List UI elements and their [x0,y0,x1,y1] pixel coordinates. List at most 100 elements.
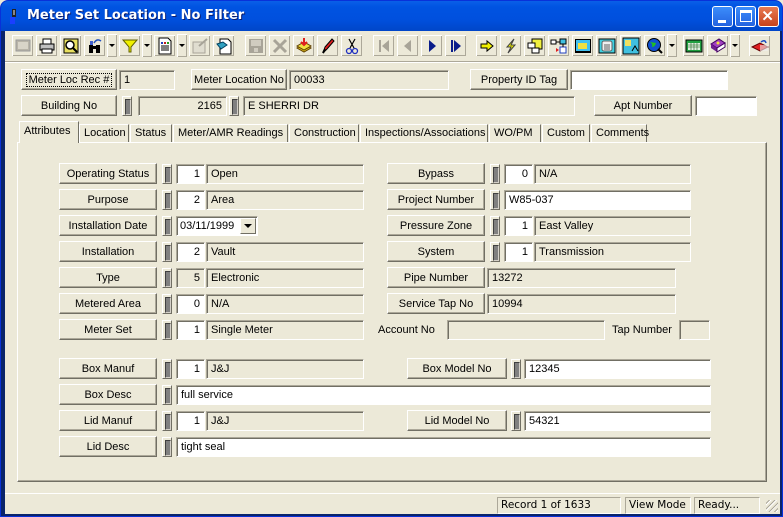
service-tap-no-button[interactable]: Service Tap No [387,293,485,314]
building-no-lock[interactable] [122,96,132,116]
tab-custom[interactable]: Custom [542,124,590,143]
property-id-tag-button[interactable]: Property ID Tag [470,69,568,90]
title-bar[interactable]: Meter Set Location - No Filter [1,1,782,31]
system-lock[interactable] [490,242,500,262]
map-button[interactable] [619,34,642,57]
filter-dropdown[interactable] [142,34,152,57]
installation-code[interactable]: 2 [176,242,205,262]
box-desc-lock[interactable] [162,385,172,405]
lid-manuf-lock[interactable] [162,411,172,431]
lid-desc-lock[interactable] [162,437,172,457]
meter-set-button[interactable]: Meter Set [59,319,157,340]
lid-manuf-code[interactable]: 1 [176,411,205,431]
minimize-button[interactable] [712,6,733,27]
cut-button[interactable] [340,34,363,57]
building-no-button[interactable]: Building No [21,95,117,116]
box-manuf-code[interactable]: 1 [176,359,205,379]
exit-button[interactable] [748,34,771,57]
operating-status-code[interactable]: 1 [176,164,205,184]
apt-number-field[interactable] [695,96,757,116]
operating-status-lock[interactable] [162,164,172,184]
print-button[interactable] [35,34,58,57]
lid-model-no-button[interactable]: Lid Model No [407,410,507,431]
system-code[interactable]: 1 [504,242,533,262]
tab-construction[interactable]: Construction [289,124,359,143]
bypass-button[interactable]: Bypass [387,163,485,184]
box-desc-field[interactable]: full service [176,385,711,405]
save-button[interactable] [244,34,267,57]
project-number-field[interactable]: W85-037 [504,190,691,210]
tab-meter-amr-readings[interactable]: Meter/AMR Readings [173,124,288,143]
lid-desc-button[interactable]: Lid Desc [59,436,157,457]
tab-inspections-associations[interactable]: Inspections/Associations [360,124,488,143]
project-number-lock[interactable] [490,190,500,210]
box-model-no-field[interactable]: 12345 [524,359,711,379]
box-manuf-button[interactable]: Box Manuf [59,358,157,379]
gis-globe-button[interactable] [643,34,666,57]
filter-button[interactable] [118,34,141,57]
tab-location[interactable]: Location [79,124,129,143]
meter-location-no-field[interactable]: 00033 [289,70,449,90]
tab-attributes[interactable]: Attributes [19,121,79,143]
select-button[interactable] [11,34,34,57]
edit-button[interactable] [316,34,339,57]
lid-model-no-field[interactable]: 54321 [524,411,711,431]
project-number-button[interactable]: Project Number [387,189,485,210]
installation-date-lock[interactable] [162,216,172,236]
installation-lock[interactable] [162,242,172,262]
pressure-zone-lock[interactable] [490,216,500,236]
properties-button[interactable] [188,34,211,57]
pressure-zone-code[interactable]: 1 [504,216,533,236]
chevron-down-icon[interactable] [240,218,256,234]
maximize-button[interactable] [735,6,756,27]
box-model-no-lock[interactable] [511,359,521,379]
property-id-tag-field[interactable] [570,70,728,90]
close-button[interactable] [758,6,779,27]
lid-manuf-button[interactable]: Lid Manuf [59,410,157,431]
meter-set-code[interactable]: 1 [176,320,205,340]
installation-date-picker[interactable]: 03/11/1999 [176,216,258,236]
box-model-no-button[interactable]: Box Model No [407,358,507,379]
tab-wo-pm[interactable]: WO/PM [489,124,541,143]
help-book-button[interactable] [706,34,729,57]
report-button[interactable] [153,34,176,57]
installation-button[interactable]: Installation [59,241,157,262]
copy-record-button[interactable] [212,34,235,57]
quick-action-button[interactable] [499,34,522,57]
purpose-button[interactable]: Purpose [59,189,157,210]
street-lock[interactable] [229,96,239,116]
calculator-button[interactable] [595,34,618,57]
lid-desc-field[interactable]: tight seal [176,437,711,457]
system-button[interactable]: System [387,241,485,262]
street-field[interactable]: E SHERRI DR [243,96,575,116]
purpose-code[interactable]: 2 [176,190,205,210]
last-record-button[interactable] [444,34,467,57]
meter-loc-rec-button[interactable]: Meter Loc Rec # [21,69,117,90]
tab-status[interactable]: Status [130,124,172,143]
first-record-button[interactable] [372,34,395,57]
purpose-lock[interactable] [162,190,172,210]
find-button[interactable] [83,34,106,57]
spreadsheet-button[interactable] [682,34,705,57]
pressure-zone-button[interactable]: Pressure Zone [387,215,485,236]
goto-button[interactable] [475,34,498,57]
image-button[interactable] [571,34,594,57]
operating-status-button[interactable]: Operating Status [59,163,157,184]
find-dropdown[interactable] [107,34,117,57]
type-button[interactable]: Type [59,267,157,288]
meter-set-lock[interactable] [162,320,172,340]
type-lock[interactable] [162,268,172,288]
workflow-button[interactable] [547,34,570,57]
apt-number-button[interactable]: Apt Number [594,95,692,116]
print-preview-button[interactable] [59,34,82,57]
add-record-button[interactable] [292,34,315,57]
help-book-dropdown[interactable] [730,34,740,57]
report-dropdown[interactable] [177,34,187,57]
building-no-field[interactable]: 2165 [138,96,227,116]
tab-comments[interactable]: Comments [591,124,649,143]
pipe-number-button[interactable]: Pipe Number [387,267,485,288]
meter-loc-rec-field[interactable]: 1 [119,70,175,90]
related-forms-button[interactable] [523,34,546,57]
bypass-code[interactable]: 0 [504,164,533,184]
box-desc-button[interactable]: Box Desc [59,384,157,405]
